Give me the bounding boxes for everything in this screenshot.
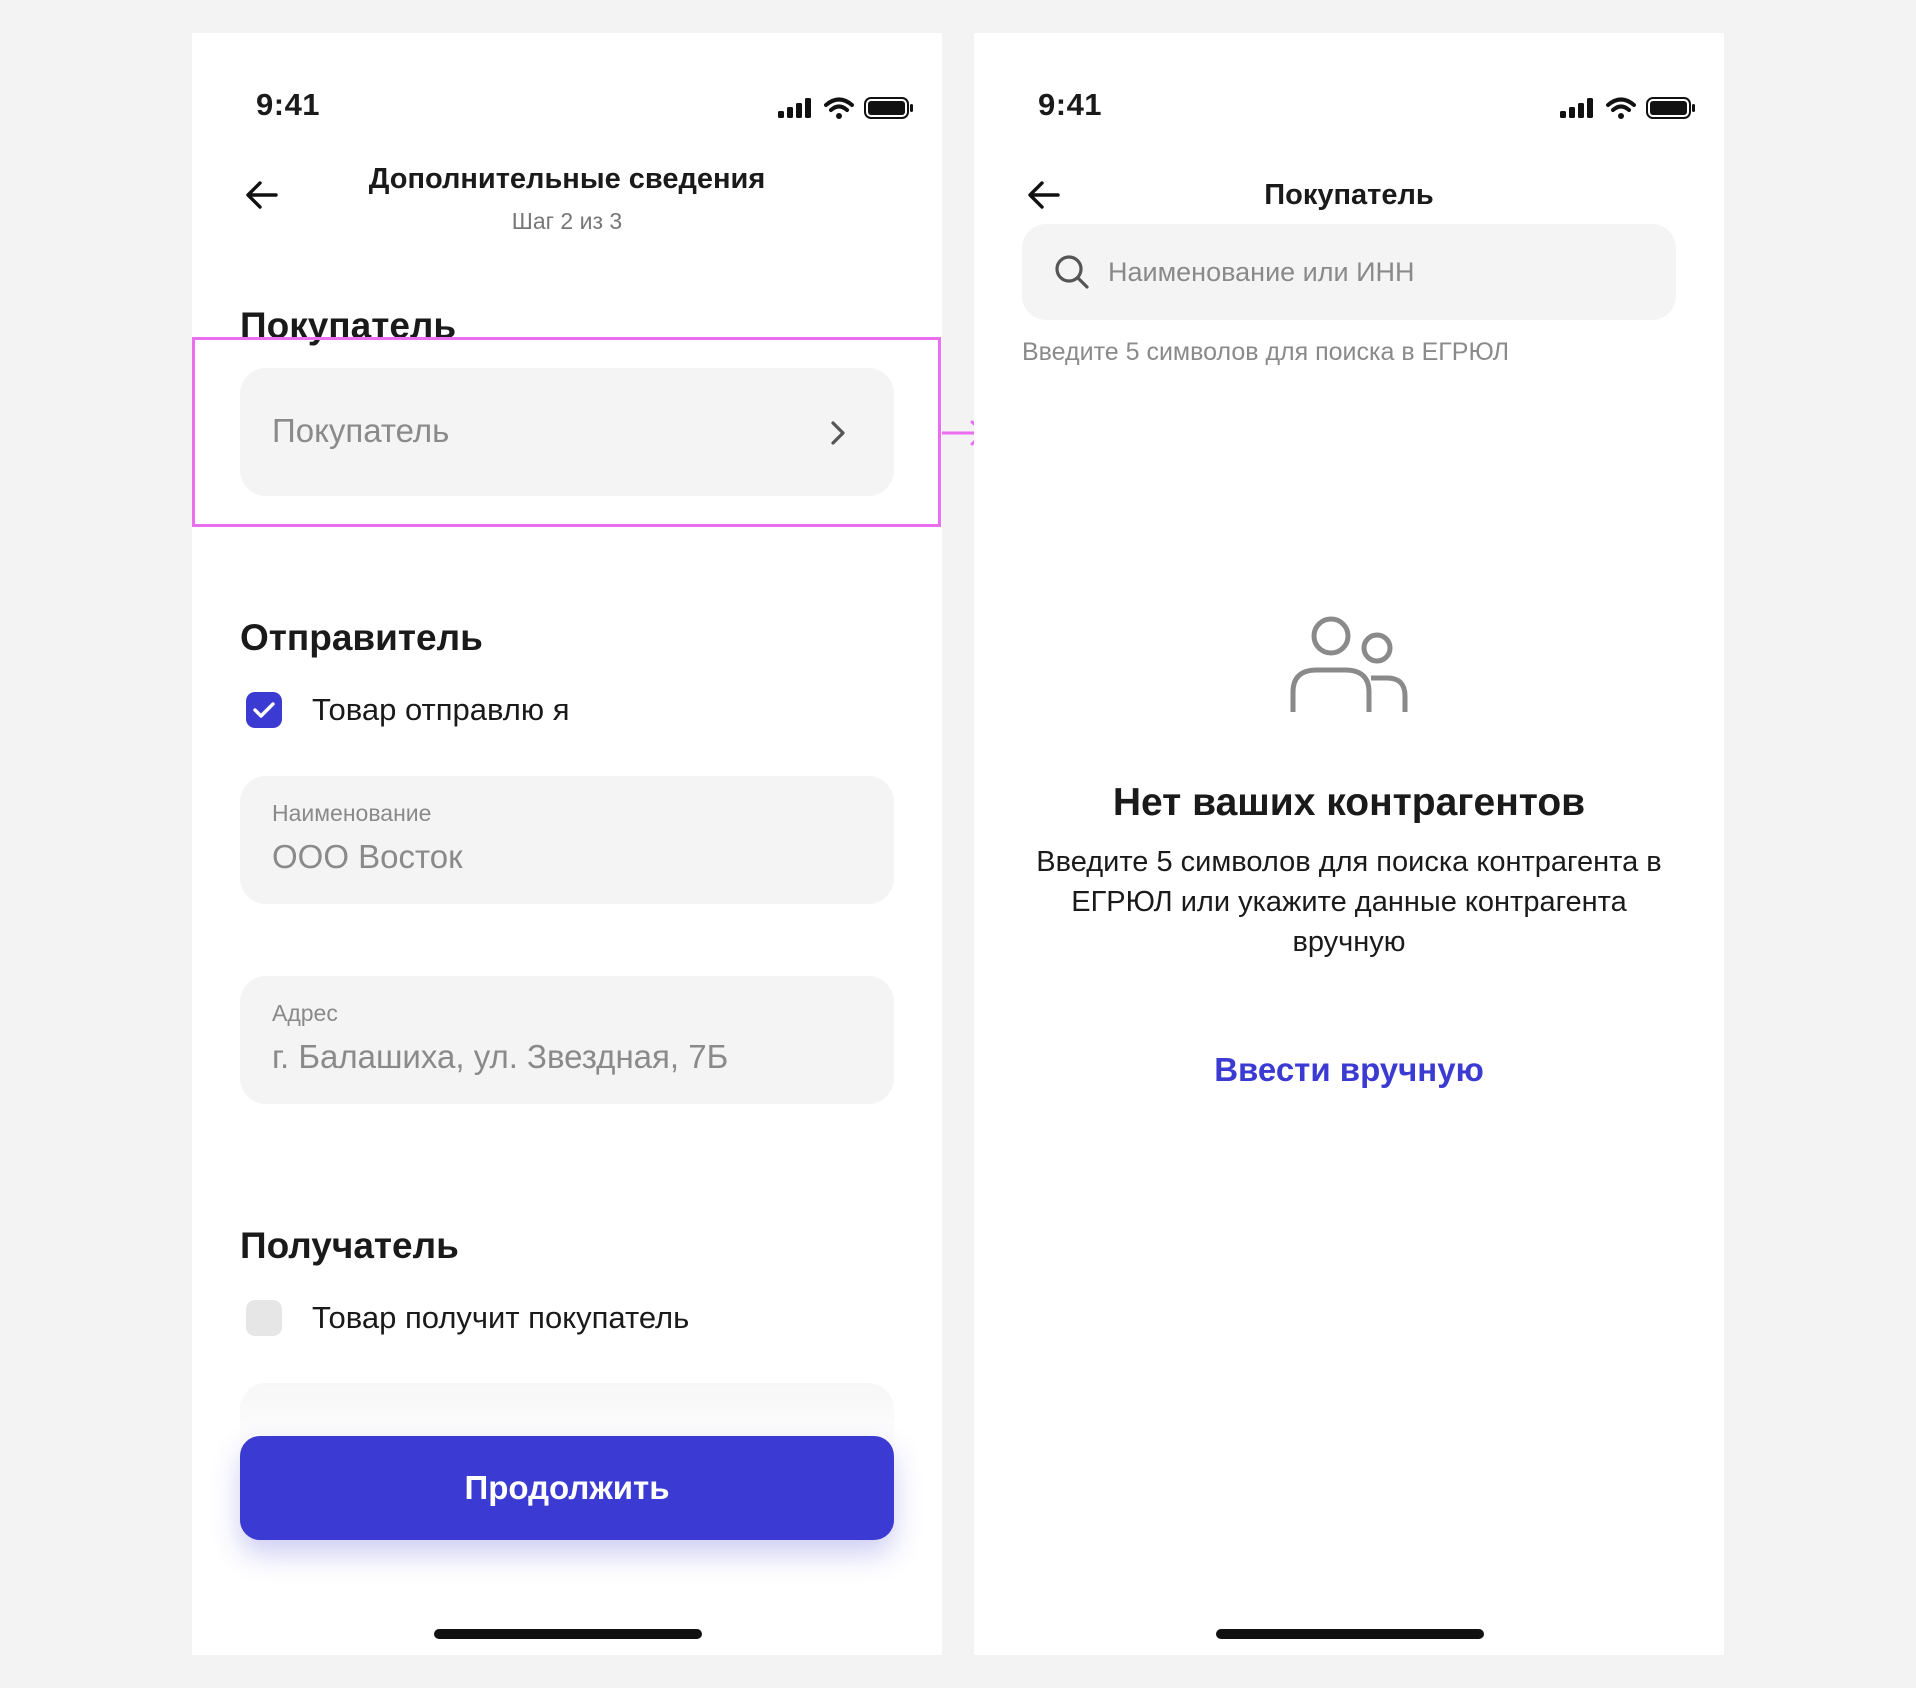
signal-icon — [778, 98, 811, 118]
signal-icon — [1560, 98, 1593, 118]
status-bar-icons — [1560, 97, 1696, 119]
search-icon — [1055, 255, 1089, 289]
sender-address-label: Адрес — [272, 1000, 338, 1026]
sender-name-label: Наименование — [272, 800, 432, 826]
search-placeholder: Наименование или ИНН — [1108, 256, 1415, 287]
sender-name-value: ООО Восток — [272, 838, 463, 875]
sender-section-title: Отправитель — [240, 617, 483, 658]
sender-self-checkbox-row[interactable]: Товар отправлю я — [246, 692, 570, 728]
screen-buyer-search: 9:41 Покупатель Наименование или ИНН Вве… — [974, 33, 1724, 1655]
empty-state-title: Нет ваших контрагентов — [1112, 781, 1586, 824]
search-input[interactable]: Наименование или ИНН — [1022, 224, 1676, 320]
recipient-buyer-checkbox-row[interactable]: Товар получит покупатель — [246, 1300, 689, 1336]
home-indicator — [434, 1629, 702, 1639]
sender-self-label: Товар отправлю я — [312, 692, 570, 727]
empty-state-text: Введите 5 символов для поиска контрагент… — [1036, 846, 1662, 958]
wifi-icon — [824, 97, 854, 119]
users-icon — [1290, 616, 1408, 712]
wifi-icon — [1606, 97, 1636, 119]
status-time: 9:41 — [1038, 87, 1103, 122]
page-title: Покупатель — [1264, 179, 1434, 211]
sender-self-checkbox[interactable] — [246, 692, 282, 728]
status-bar-icons — [778, 97, 914, 119]
search-hint: Введите 5 символов для поиска в ЕГРЮЛ — [1022, 338, 1510, 366]
battery-icon — [1646, 97, 1695, 119]
status-time: 9:41 — [256, 87, 321, 122]
screen-additional-info: 9:41 Дополнительные сведения Шаг 2 из 3 … — [192, 33, 942, 1655]
sender-address-field[interactable]: Адрес г. Балашиха, ул. Звездная, 7Б — [240, 976, 894, 1104]
recipient-section-title: Получатель — [240, 1225, 459, 1266]
manual-entry-link[interactable]: Ввести вручную — [974, 1051, 1724, 1089]
recipient-buyer-checkbox[interactable] — [246, 1300, 282, 1336]
step-indicator: Шаг 2 из 3 — [511, 208, 623, 234]
home-indicator — [1216, 1629, 1484, 1639]
checkmark-icon — [253, 702, 275, 718]
recipient-buyer-label: Товар получит покупатель — [312, 1300, 690, 1335]
continue-button[interactable]: Продолжить — [240, 1436, 894, 1540]
buyer-field-highlight — [192, 337, 941, 527]
sender-name-field[interactable]: Наименование ООО Восток — [240, 776, 894, 904]
battery-icon — [864, 97, 913, 119]
page-title: Дополнительные сведения — [368, 163, 766, 195]
sender-address-value: г. Балашиха, ул. Звездная, 7Б — [272, 1038, 729, 1075]
